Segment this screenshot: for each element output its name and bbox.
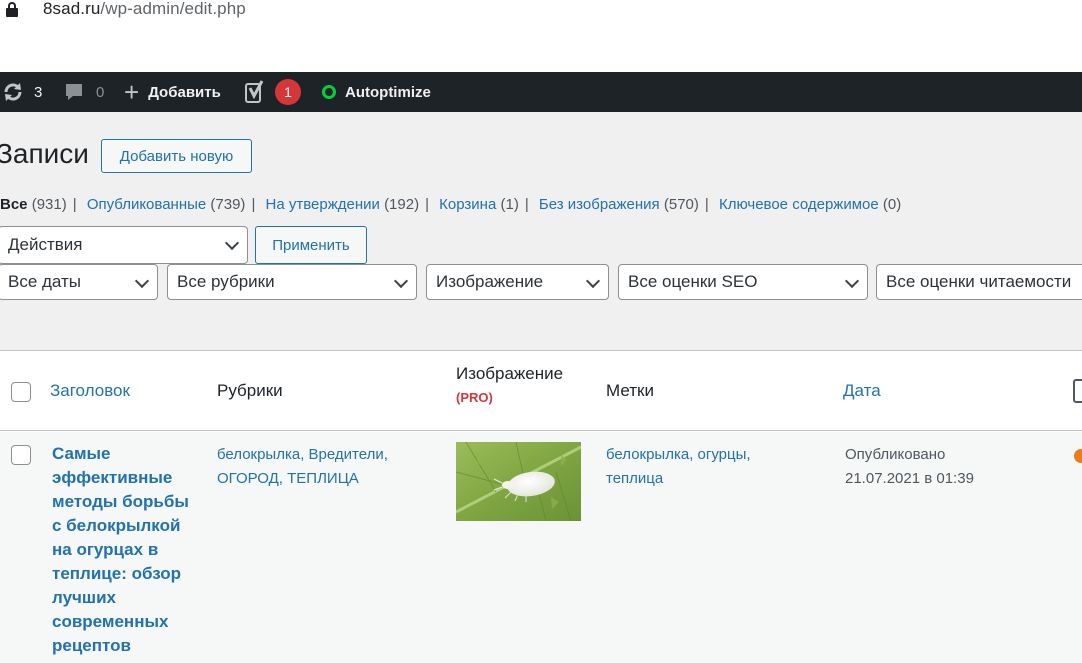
comment-icon bbox=[66, 84, 82, 100]
filter-dates-value: Все даты bbox=[8, 272, 82, 291]
column-image-header-label: Изображение bbox=[456, 364, 564, 383]
filter-dates-select[interactable]: Все даты bbox=[0, 264, 158, 300]
yoast-notification-badge: 1 bbox=[275, 79, 301, 105]
autoptimize-label: Autoptimize bbox=[345, 83, 431, 101]
filter-categories-value: Все рубрики bbox=[177, 272, 275, 291]
post-date-value: 21.07.2021 в 01:39 bbox=[845, 470, 974, 487]
posts-table: Заголовок Рубрики Изображение (PRO) Метк… bbox=[0, 350, 1082, 663]
chevron-down-icon bbox=[134, 273, 150, 289]
updates-menu[interactable]: 3 bbox=[2, 72, 42, 112]
post-date: Опубликовано 21.07.2021 в 01:39 bbox=[845, 443, 1045, 491]
bulk-actions-select[interactable]: Действия bbox=[0, 226, 248, 264]
plus-icon: + bbox=[124, 77, 140, 107]
chevron-down-icon bbox=[393, 273, 409, 289]
post-status-views: Все (931) | Опубликованные (739) | На утве… bbox=[0, 196, 902, 213]
filter-image-value: Изображение bbox=[436, 272, 544, 291]
view-all[interactable]: Все bbox=[0, 196, 28, 213]
view-no-image[interactable]: Без изображения bbox=[539, 196, 660, 213]
browser-url-bar: 8sad.ru/wp-admin/edit.php bbox=[0, 0, 1082, 72]
view-trash[interactable]: Корзина bbox=[439, 196, 496, 213]
column-tags-header: Метки bbox=[606, 381, 654, 400]
view-trash-count: (1) bbox=[500, 196, 519, 213]
filter-readability-value: Все оценки читаемости bbox=[886, 272, 1072, 291]
view-cornerstone-count: (0) bbox=[882, 196, 902, 213]
view-no-image-count: (570) bbox=[663, 196, 699, 213]
table-row: Самые эффективные методы борьбы с белокр… bbox=[0, 432, 1082, 663]
post-categories[interactable]: белокрылка, Вредители, ОГОРОД, ТЕПЛИЦА bbox=[217, 443, 437, 491]
filter-readability-select[interactable]: Все оценки читаемости bbox=[876, 264, 1082, 300]
page-title: Записи bbox=[0, 138, 89, 169]
filter-seo-select[interactable]: Все оценки SEO bbox=[618, 264, 868, 300]
filter-seo-value: Все оценки SEO bbox=[628, 272, 758, 291]
post-thumbnail-image[interactable] bbox=[456, 442, 581, 521]
filter-categories-select[interactable]: Все рубрики bbox=[167, 264, 417, 300]
seo-score-column-icon[interactable] bbox=[1073, 379, 1082, 403]
comments-menu[interactable]: 0 bbox=[64, 72, 104, 112]
view-cornerstone[interactable]: Ключевое содержимое bbox=[719, 196, 879, 213]
select-all-checkbox[interactable] bbox=[11, 382, 31, 402]
lock-icon[interactable] bbox=[6, 2, 18, 18]
view-pending-count: (192) bbox=[384, 196, 420, 213]
url-text[interactable]: 8sad.ru/wp-admin/edit.php bbox=[43, 0, 246, 19]
view-all-count: (931) bbox=[31, 196, 67, 213]
bulk-actions-value: Действия bbox=[8, 235, 83, 254]
updates-icon bbox=[4, 83, 22, 101]
seo-score-indicator bbox=[1074, 449, 1082, 463]
add-new-menu[interactable]: + Добавить bbox=[124, 72, 221, 112]
status-circle-icon bbox=[322, 85, 336, 99]
chevron-down-icon bbox=[844, 273, 860, 289]
chevron-down-icon bbox=[224, 235, 240, 251]
updates-count: 3 bbox=[34, 83, 43, 101]
filter-image-select[interactable]: Изображение bbox=[426, 264, 609, 300]
column-title-header[interactable]: Заголовок bbox=[50, 381, 130, 401]
post-title-link[interactable]: Самые эффективные методы борьбы с белокр… bbox=[52, 442, 202, 658]
add-new-menu-label: Добавить bbox=[148, 83, 221, 101]
comments-count: 0 bbox=[96, 83, 105, 101]
post-tags[interactable]: белокрылка, огурцы, теплица bbox=[606, 443, 806, 491]
view-published[interactable]: Опубликованные bbox=[87, 196, 206, 213]
table-header: Заголовок Рубрики Изображение (PRO) Метк… bbox=[0, 351, 1082, 431]
yoast-icon bbox=[245, 80, 264, 103]
row-checkbox[interactable] bbox=[11, 445, 31, 465]
add-new-post-button[interactable]: Добавить новую bbox=[101, 139, 252, 173]
yoast-menu[interactable]: 1 bbox=[245, 72, 301, 112]
post-status: Опубликовано bbox=[845, 446, 946, 463]
wp-admin-bar: 3 0 + Добавить 1 Autoptimize bbox=[0, 72, 1082, 112]
autoptimize-menu[interactable]: Autoptimize bbox=[322, 72, 431, 112]
column-date-header[interactable]: Дата bbox=[843, 381, 881, 401]
column-image-header: Изображение (PRO) bbox=[456, 364, 563, 405]
view-pending[interactable]: На утверждении bbox=[266, 196, 380, 213]
apply-button[interactable]: Применить bbox=[255, 226, 367, 264]
pro-badge: (PRO) bbox=[456, 390, 493, 405]
column-categories-header: Рубрики bbox=[217, 381, 283, 400]
view-published-count: (739) bbox=[210, 196, 246, 213]
chevron-down-icon bbox=[585, 273, 601, 289]
